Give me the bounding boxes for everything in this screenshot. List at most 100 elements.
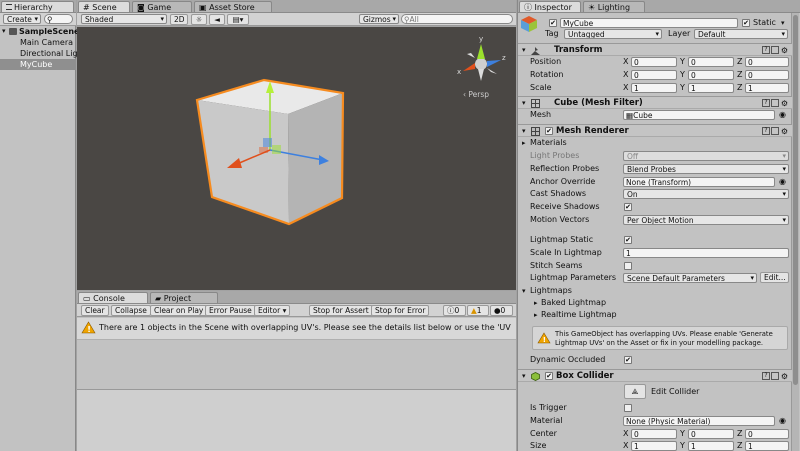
mesh-filter-header[interactable]: ▾ Cube (Mesh Filter) ? ⚙: [518, 96, 792, 109]
shading-mode-dropdown[interactable]: Shaded: [81, 14, 167, 24]
gear-icon[interactable]: ⚙: [781, 371, 788, 382]
center-z-field[interactable]: 0: [745, 429, 789, 439]
help-icon[interactable]: ?: [762, 99, 770, 107]
effects-dropdown[interactable]: ▤▾: [227, 14, 249, 25]
object-name-input[interactable]: MyCube: [560, 18, 738, 28]
lighting-toggle-button[interactable]: ☼: [191, 14, 207, 25]
gear-icon[interactable]: ⚙: [781, 126, 788, 137]
object-picker-icon[interactable]: ◉: [779, 177, 786, 187]
scene-canvas[interactable]: y x z ‹ Persp: [77, 27, 516, 290]
gear-icon[interactable]: ⚙: [781, 45, 788, 56]
stop-for-assert-button[interactable]: Stop for Assert: [309, 305, 373, 316]
size-y-field[interactable]: 1: [688, 441, 734, 451]
object-picker-icon[interactable]: ◉: [779, 416, 786, 426]
help-icon[interactable]: ?: [762, 46, 770, 54]
receive-shadows-checkbox[interactable]: ✔: [624, 203, 632, 211]
preset-icon[interactable]: [771, 372, 779, 380]
inspector-scrollbar[interactable]: [791, 13, 799, 451]
layer-dropdown[interactable]: Default: [694, 29, 788, 39]
baked-lightmap-label[interactable]: Baked Lightmap: [541, 298, 606, 308]
error-pause-button[interactable]: Error Pause: [205, 305, 256, 316]
static-dropdown-icon[interactable]: ▾: [781, 18, 785, 28]
expand-arrow-icon[interactable]: ▾: [2, 26, 6, 37]
physic-material-field[interactable]: None (Physic Material): [623, 416, 775, 426]
tab-scene[interactable]: # Scene: [78, 1, 130, 12]
console-message-row[interactable]: ! There are 1 objects in the Scene with …: [77, 318, 516, 340]
tab-project[interactable]: ▰ Project: [150, 292, 218, 303]
tab-inspector[interactable]: ⓘ Inspector: [519, 1, 581, 12]
clear-on-play-button[interactable]: Clear on Play: [150, 305, 208, 316]
size-x-field[interactable]: 1: [631, 441, 677, 451]
lightmap-static-checkbox[interactable]: ✔: [624, 236, 632, 244]
hierarchy-search-input[interactable]: ⚲: [44, 14, 73, 24]
position-x-field[interactable]: 0: [631, 57, 677, 67]
clear-button[interactable]: Clear: [81, 305, 109, 316]
edit-collider-button[interactable]: ⟁: [624, 384, 646, 399]
static-checkbox[interactable]: ✔: [742, 19, 750, 27]
orientation-gizmo[interactable]: y x z ‹ Persp: [457, 35, 506, 99]
collapse-arrow-icon[interactable]: ▾: [522, 45, 526, 56]
transform-header[interactable]: ▾ Transform ? ⚙: [518, 43, 792, 56]
realtime-lightmap-expand-icon[interactable]: ▸: [534, 310, 538, 320]
tab-game[interactable]: ◙ Game: [132, 1, 192, 12]
center-x-field[interactable]: 0: [631, 429, 677, 439]
stop-for-error-button[interactable]: Stop for Error: [371, 305, 430, 316]
rotation-y-field[interactable]: 0: [688, 70, 734, 80]
2d-toggle-button[interactable]: 2D: [170, 14, 188, 25]
scene-search-input[interactable]: ⚲All: [401, 14, 513, 24]
lightmap-parameters-dropdown[interactable]: Scene Default Parameters: [623, 273, 757, 283]
cast-shadows-dropdown[interactable]: On: [623, 189, 789, 199]
scale-in-lightmap-field[interactable]: 1: [623, 248, 789, 258]
preset-icon[interactable]: [771, 99, 779, 107]
active-checkbox[interactable]: ✔: [549, 19, 557, 27]
lightmaps-expand-icon[interactable]: ▾: [522, 286, 526, 296]
collapse-arrow-icon[interactable]: ▾: [522, 126, 526, 137]
scale-x-field[interactable]: 1: [631, 83, 677, 93]
position-y-field[interactable]: 0: [688, 57, 734, 67]
collapse-button[interactable]: Collapse: [111, 305, 151, 316]
preset-icon[interactable]: [771, 46, 779, 54]
help-icon[interactable]: ?: [762, 127, 770, 135]
object-picker-icon[interactable]: ◉: [779, 110, 786, 120]
baked-lightmap-expand-icon[interactable]: ▸: [534, 298, 538, 308]
warning-filter-toggle[interactable]: ▲1: [467, 305, 489, 316]
create-dropdown[interactable]: Create: [3, 14, 41, 24]
gizmos-dropdown[interactable]: Gizmos: [359, 14, 399, 24]
rotation-z-field[interactable]: 0: [745, 70, 789, 80]
preset-icon[interactable]: [771, 127, 779, 135]
gear-icon[interactable]: ⚙: [781, 98, 788, 109]
scale-z-field[interactable]: 1: [745, 83, 789, 93]
mesh-object-field[interactable]: ▦Cube: [623, 110, 775, 120]
list-item[interactable]: Directional Light: [0, 48, 86, 59]
list-item-selected[interactable]: MyCube: [0, 59, 76, 70]
reflection-probes-dropdown[interactable]: Blend Probes: [623, 164, 789, 174]
error-filter-toggle[interactable]: ●0: [490, 305, 513, 316]
help-icon[interactable]: ?: [762, 372, 770, 380]
edit-lightmap-parameters-button[interactable]: Edit...: [760, 272, 789, 283]
size-z-field[interactable]: 1: [745, 441, 789, 451]
realtime-lightmap-label[interactable]: Realtime Lightmap: [541, 310, 617, 320]
list-item[interactable]: Main Camera: [0, 37, 76, 48]
materials-expand-icon[interactable]: ▸: [522, 138, 526, 148]
position-z-field[interactable]: 0: [745, 57, 789, 67]
info-filter-toggle[interactable]: ⓘ0: [443, 305, 466, 316]
materials-label[interactable]: Materials: [530, 138, 567, 148]
scene-root-row[interactable]: ▾ SampleScene: [0, 26, 79, 37]
scene-viewport[interactable]: y x z ‹ Persp: [77, 27, 516, 290]
collapse-arrow-icon[interactable]: ▾: [522, 98, 526, 109]
center-y-field[interactable]: 0: [688, 429, 734, 439]
rotation-x-field[interactable]: 0: [631, 70, 677, 80]
scale-y-field[interactable]: 1: [688, 83, 734, 93]
anchor-override-field[interactable]: None (Transform): [623, 177, 775, 187]
stitch-seams-checkbox[interactable]: [624, 262, 632, 270]
dynamic-occluded-checkbox[interactable]: ✔: [624, 356, 632, 364]
editor-dropdown[interactable]: Editor ▾: [254, 305, 291, 316]
scrollbar-thumb[interactable]: [793, 15, 798, 385]
is-trigger-checkbox[interactable]: [624, 404, 632, 412]
mesh-renderer-enabled-checkbox[interactable]: ✔: [545, 127, 553, 135]
lightmaps-label[interactable]: Lightmaps: [530, 286, 572, 296]
box-collider-header[interactable]: ▾ ✔ Box Collider ? ⚙: [518, 369, 792, 382]
tab-hierarchy[interactable]: Hierarchy: [1, 1, 74, 12]
tab-console[interactable]: ▭ Console: [78, 292, 148, 303]
mesh-renderer-header[interactable]: ▾ ✔ Mesh Renderer ? ⚙: [518, 124, 792, 137]
